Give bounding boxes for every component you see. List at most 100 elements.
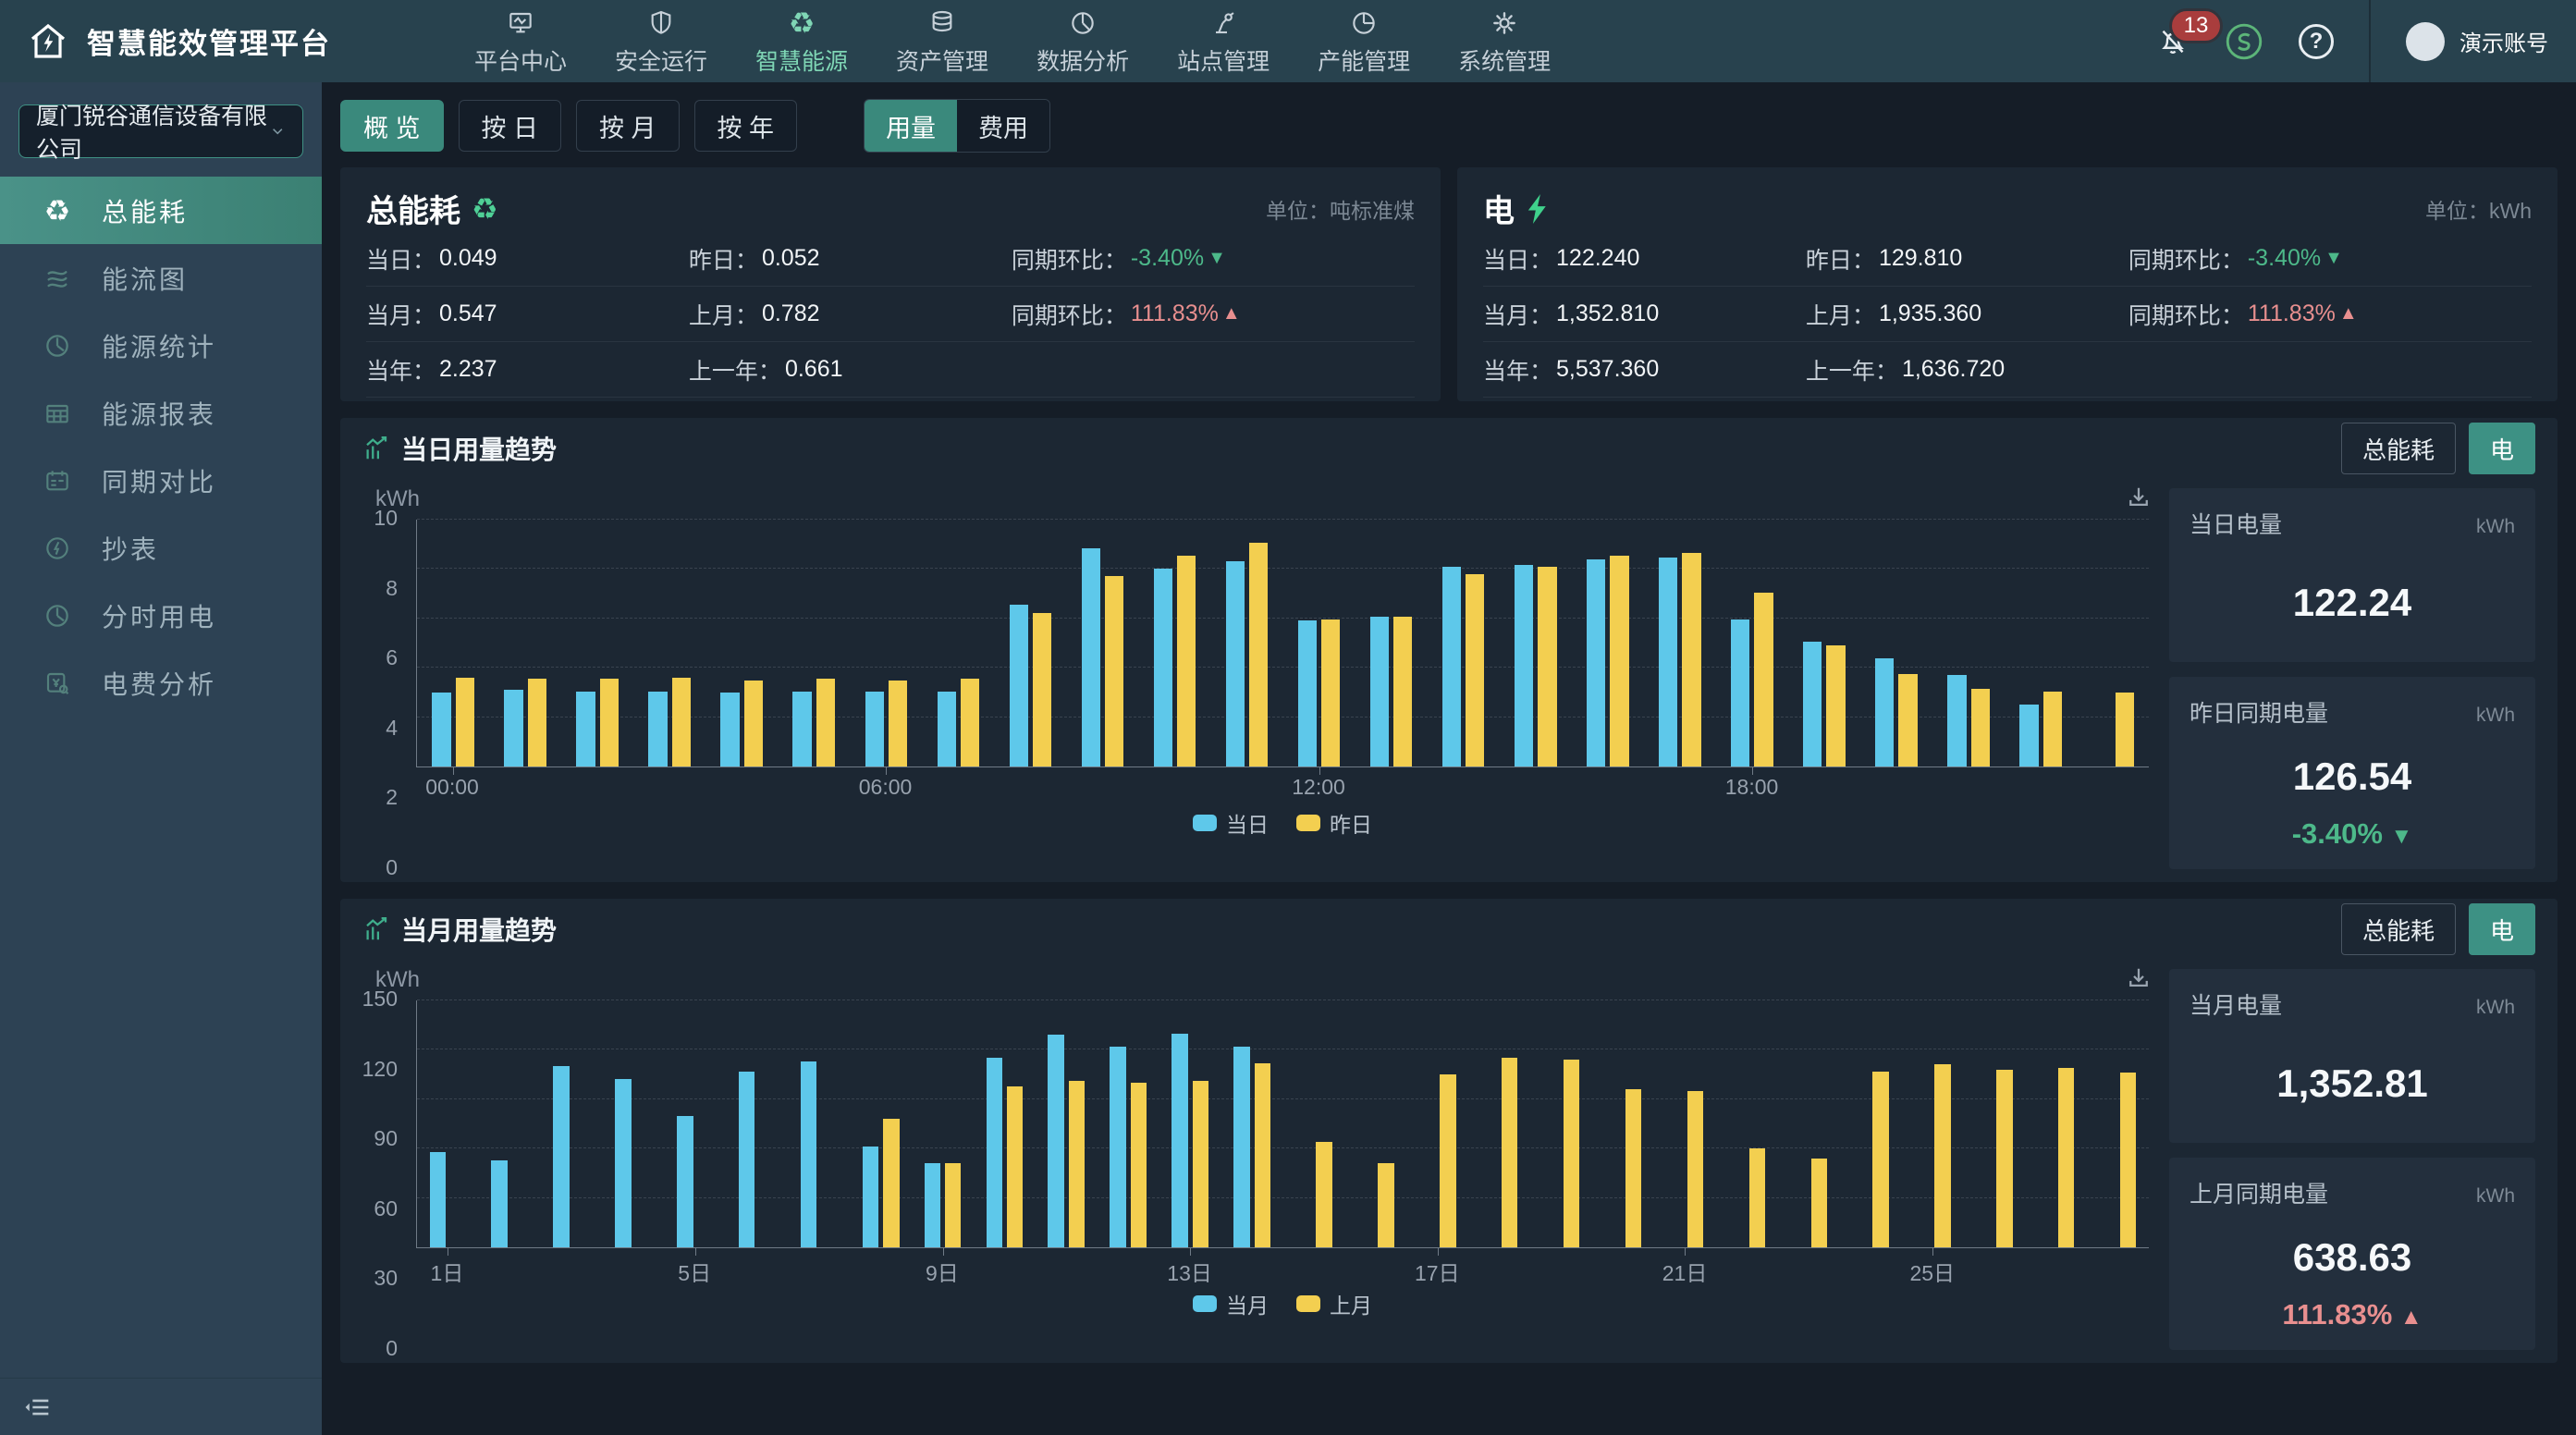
toggle-total-energy-button[interactable]: 总能耗 <box>2341 423 2456 474</box>
legend-item[interactable]: 当月 <box>1193 1288 1269 1319</box>
sidebar: 厦门锐谷通信设备有限公司 ♻ 总能耗 能流图 能源统计 <box>0 82 322 1435</box>
legend-item[interactable]: 昨日 <box>1296 807 1372 839</box>
bar <box>1754 593 1773 767</box>
bar <box>1971 689 1990 767</box>
bar-group <box>479 1000 541 1247</box>
stat-value: 122.24 <box>2190 581 2515 625</box>
legend-item[interactable]: 上月 <box>1296 1288 1372 1319</box>
bar <box>938 692 956 767</box>
stat-panel-last-month: 上月同期电量 kWh 638.63 111.83% ▲ <box>2169 1158 2535 1350</box>
tab-by-day[interactable]: 按 日 <box>459 100 562 152</box>
bar <box>600 679 619 767</box>
unit-label: 单位：kWh <box>2425 193 2532 225</box>
ratio-value: -3.40% <box>2248 245 2321 272</box>
chart-legend: 当月上月 <box>416 1285 2149 1322</box>
bar <box>672 678 691 767</box>
sidebar-item-meter-reading[interactable]: 抄表 <box>0 514 322 582</box>
bar-group <box>1282 1000 1344 1247</box>
bar <box>553 1066 569 1247</box>
toggle-electricity-button[interactable]: 电 <box>2469 903 2535 955</box>
bar <box>1440 1074 1455 1247</box>
bar <box>1105 576 1123 767</box>
x-axis-labels: 00:0006:0012:0018:00 <box>416 767 2149 804</box>
bar-group <box>541 1000 603 1247</box>
green-swirl-icon <box>2225 22 2263 61</box>
bar <box>1007 1086 1023 1247</box>
bar-group <box>1572 520 1644 767</box>
bar-group <box>726 1000 788 1247</box>
help-button[interactable]: ? <box>2299 24 2334 59</box>
legend-item[interactable]: 当日 <box>1193 807 1269 839</box>
nav-item-platform-center[interactable]: 平台中心 <box>474 6 567 77</box>
sidebar-item-total-energy[interactable]: ♻ 总能耗 <box>0 177 322 244</box>
bar <box>925 1163 940 1247</box>
bar-group <box>1778 1000 1840 1247</box>
toggle-total-energy-button[interactable]: 总能耗 <box>2341 903 2456 955</box>
bar <box>1625 1089 1641 1247</box>
nav-item-site-management[interactable]: 站点管理 <box>1177 6 1270 77</box>
bar-group <box>922 520 994 767</box>
toggle-cost[interactable]: 费用 <box>957 100 1049 152</box>
coins-icon <box>927 6 957 38</box>
bar <box>1687 1091 1703 1247</box>
nav-item-asset-management[interactable]: 资产管理 <box>896 6 988 77</box>
pie-icon <box>1068 6 1098 38</box>
bar-group <box>561 520 633 767</box>
bar <box>1502 1058 1517 1247</box>
nav-label: 智慧能源 <box>755 43 848 77</box>
download-icon[interactable] <box>2125 965 2153 993</box>
service-button[interactable] <box>2225 22 2263 61</box>
bar-group <box>974 1000 1036 1247</box>
bar <box>1177 556 1196 767</box>
sidebar-item-energy-report[interactable]: 能源报表 <box>0 379 322 447</box>
nav-item-smart-energy[interactable]: ♻ 智慧能源 <box>755 6 848 77</box>
toggle-usage[interactable]: 用量 <box>865 100 957 152</box>
company-name: 厦门锐谷通信设备有限公司 <box>36 98 269 165</box>
account-menu[interactable]: 演示账号 <box>2406 22 2548 61</box>
company-select[interactable]: 厦门锐谷通信设备有限公司 <box>18 104 303 158</box>
nav-item-system-management[interactable]: 系统管理 <box>1458 6 1551 77</box>
app-header: 智慧能效管理平台 平台中心 安全运行 ♻ 智慧能源 <box>0 0 2576 82</box>
avatar <box>2406 22 2445 61</box>
monitor-icon <box>506 6 535 38</box>
sidebar-item-energy-flow[interactable]: 能流图 <box>0 244 322 312</box>
chart-title: 当月用量趋势 <box>401 911 557 948</box>
notifications-button[interactable]: 13 <box>2156 25 2190 58</box>
bar-group <box>788 1000 850 1247</box>
nav-label: 平台中心 <box>474 43 567 77</box>
bar-group <box>778 520 850 767</box>
sidebar-item-tariff-analysis[interactable]: 电费分析 <box>0 649 322 717</box>
bar-group <box>1839 1000 1901 1247</box>
calendar-icon <box>41 464 74 497</box>
sidebar-item-energy-stats[interactable]: 能源统计 <box>0 312 322 379</box>
toggle-electricity-button[interactable]: 电 <box>2469 423 2535 474</box>
app-logo-icon <box>26 19 70 64</box>
stat-value: 638.63 <box>2190 1235 2515 1280</box>
nav-label: 资产管理 <box>896 43 988 77</box>
usage-cost-toggle: 用量 费用 <box>864 99 1050 153</box>
tab-by-month[interactable]: 按 月 <box>576 100 680 152</box>
bar <box>1731 619 1749 767</box>
bar <box>1934 1064 1950 1247</box>
bar <box>1110 1047 1125 1247</box>
bar <box>1659 558 1677 767</box>
sidebar-item-period-compare[interactable]: 同期对比 <box>0 447 322 514</box>
bar-group <box>1860 520 1932 767</box>
monthly-trend-card: 当月用量趋势 总能耗 电 kWh 0306090120150 1日5日9日13日… <box>340 899 2558 1363</box>
tab-by-year[interactable]: 按 年 <box>694 100 798 152</box>
download-icon[interactable] <box>2125 484 2153 512</box>
bar-group <box>1098 1000 1159 1247</box>
bar <box>1811 1159 1827 1247</box>
nav-item-capacity-management[interactable]: 产能管理 <box>1318 6 1410 77</box>
sidebar-collapse-button[interactable] <box>0 1378 322 1435</box>
bar <box>2019 705 2038 767</box>
nav-item-safe-operation[interactable]: 安全运行 <box>615 6 707 77</box>
bar-group <box>665 1000 727 1247</box>
bar <box>430 1152 446 1247</box>
bar <box>961 679 979 767</box>
bar-group <box>850 520 922 767</box>
bar-group <box>1963 1000 2025 1247</box>
tab-overview[interactable]: 概 览 <box>340 100 444 152</box>
nav-item-data-analysis[interactable]: 数据分析 <box>1037 6 1129 77</box>
sidebar-item-tou-power[interactable]: 分时用电 <box>0 582 322 649</box>
